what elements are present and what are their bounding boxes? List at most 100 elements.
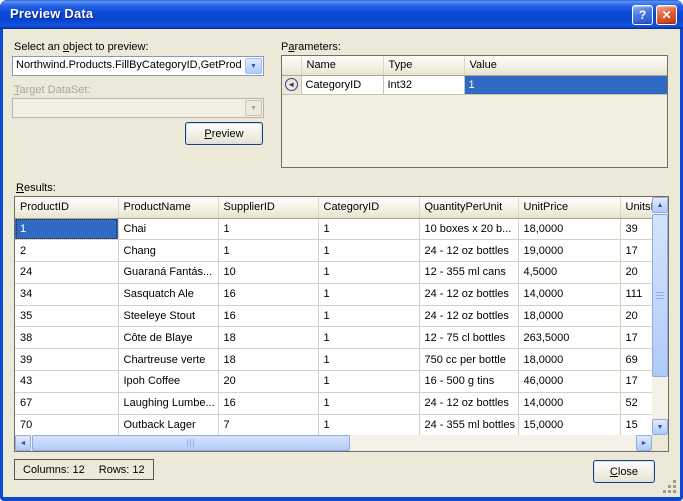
results-cell[interactable]: 35 — [15, 305, 119, 328]
results-cell[interactable]: 16 — [218, 392, 319, 415]
results-cell[interactable]: 18,0000 — [518, 218, 621, 241]
results-cell[interactable]: 15 — [620, 414, 652, 435]
results-cell[interactable]: 17 — [620, 239, 652, 263]
results-cell[interactable]: 24 - 12 oz bottles — [419, 239, 519, 263]
results-cell[interactable]: 19,0000 — [518, 239, 621, 263]
scroll-right-button[interactable]: ► — [636, 435, 652, 451]
results-cell[interactable]: 39 — [620, 218, 652, 241]
close-window-button[interactable]: ✕ — [656, 5, 677, 25]
results-cell[interactable]: 1 — [15, 218, 119, 241]
results-cell[interactable]: 18,0000 — [518, 305, 621, 328]
results-cell[interactable]: 67 — [15, 392, 119, 415]
column-header-supplierid[interactable]: SupplierID — [218, 197, 319, 219]
results-cell[interactable]: 12 - 355 ml cans — [419, 261, 519, 284]
param-value-cell[interactable]: 1 — [464, 75, 667, 95]
results-cell[interactable]: 16 — [218, 283, 319, 306]
results-cell[interactable]: Chai — [118, 218, 219, 241]
results-cell[interactable]: 750 cc per bottle — [419, 348, 519, 372]
param-type-cell[interactable]: Int32 — [383, 75, 465, 95]
scroll-right-icon: ► — [640, 439, 648, 447]
results-cell[interactable]: 16 — [218, 305, 319, 328]
results-cell[interactable]: Outback Lager — [118, 414, 219, 435]
results-cell[interactable]: Chang — [118, 239, 219, 263]
column-header-unitprice[interactable]: UnitPrice — [518, 197, 621, 219]
results-cell[interactable]: 14,0000 — [518, 283, 621, 306]
results-cell[interactable]: 20 — [620, 305, 652, 328]
column-header-productname[interactable]: ProductName — [118, 197, 219, 219]
vertical-scrollbar-thumb[interactable] — [652, 214, 668, 377]
results-cell[interactable]: 69 — [620, 348, 652, 372]
results-cell[interactable]: 17 — [620, 326, 652, 350]
help-button[interactable]: ? — [632, 5, 653, 25]
results-cell[interactable]: Steeleye Stout — [118, 305, 219, 328]
results-cell[interactable]: 24 - 12 oz bottles — [419, 283, 519, 306]
titlebar[interactable]: Preview Data ? ✕ — [0, 0, 683, 29]
param-name-cell[interactable]: CategoryID — [301, 75, 384, 95]
param-column-header-value[interactable]: Value — [464, 56, 667, 76]
column-header-productid[interactable]: ProductID — [15, 197, 119, 219]
horizontal-scrollbar-thumb[interactable] — [32, 435, 350, 451]
results-cell[interactable]: Sasquatch Ale — [118, 283, 219, 306]
column-header-categoryid[interactable]: CategoryID — [318, 197, 420, 219]
results-cell[interactable]: 34 — [15, 283, 119, 306]
close-button[interactable]: Close — [593, 460, 655, 483]
scroll-down-button[interactable]: ▼ — [652, 419, 668, 435]
results-cell[interactable]: 1 — [218, 218, 319, 241]
scroll-left-button[interactable]: ◄ — [15, 435, 31, 451]
results-cell[interactable]: 1 — [318, 370, 420, 393]
results-cell[interactable]: 10 — [218, 261, 319, 284]
param-column-header-name[interactable]: Name — [301, 56, 384, 76]
results-cell[interactable]: 1 — [318, 414, 420, 435]
results-cell[interactable]: 18 — [218, 326, 319, 350]
results-cell[interactable]: 20 — [620, 261, 652, 284]
param-column-header-type[interactable]: Type — [383, 56, 465, 76]
results-cell[interactable]: 1 — [318, 218, 420, 241]
horizontal-scrollbar[interactable]: ◄ ► — [15, 435, 652, 451]
vertical-scrollbar[interactable]: ▲ ▼ — [652, 197, 668, 435]
results-cell[interactable]: 1 — [318, 348, 420, 372]
results-cell[interactable]: 24 — [15, 261, 119, 284]
results-cell[interactable]: 38 — [15, 326, 119, 350]
column-header-unitsinstock[interactable]: UnitsI — [620, 197, 652, 219]
results-cell[interactable]: 15,0000 — [518, 414, 621, 435]
results-cell[interactable]: 43 — [15, 370, 119, 393]
results-cell[interactable]: 111 — [620, 283, 652, 306]
results-cell[interactable]: 1 — [318, 261, 420, 284]
results-cell[interactable]: Guaraná Fantás... — [118, 261, 219, 284]
results-cell[interactable]: 52 — [620, 392, 652, 415]
chevron-down-icon[interactable]: ▼ — [245, 58, 262, 74]
results-cell[interactable]: 18 — [218, 348, 319, 372]
results-cell[interactable]: 24 - 12 oz bottles — [419, 305, 519, 328]
results-cell[interactable]: Côte de Blaye — [118, 326, 219, 350]
results-cell[interactable]: 17 — [620, 370, 652, 393]
results-cell[interactable]: 18,0000 — [518, 348, 621, 372]
results-cell[interactable]: 1 — [318, 283, 420, 306]
results-cell[interactable]: 263,5000 — [518, 326, 621, 350]
column-header-quantityperunit[interactable]: QuantityPerUnit — [419, 197, 519, 219]
results-cell[interactable]: 16 - 500 g tins — [419, 370, 519, 393]
results-cell[interactable]: 39 — [15, 348, 119, 372]
results-cell[interactable]: 4,5000 — [518, 261, 621, 284]
results-cell[interactable]: 2 — [15, 239, 119, 263]
results-cell[interactable]: Laughing Lumbe... — [118, 392, 219, 415]
scroll-up-button[interactable]: ▲ — [652, 197, 668, 213]
results-cell[interactable]: 1 — [318, 305, 420, 328]
results-cell[interactable]: 1 — [318, 392, 420, 415]
results-cell[interactable]: 12 - 75 cl bottles — [419, 326, 519, 350]
results-cell[interactable]: 1 — [218, 239, 319, 263]
results-cell[interactable]: 20 — [218, 370, 319, 393]
results-cell[interactable]: 70 — [15, 414, 119, 435]
results-cell[interactable]: 1 — [318, 239, 420, 263]
preview-button[interactable]: Preview — [185, 122, 263, 145]
object-selector-combobox[interactable]: Northwind.Products.FillByCategoryID,GetP… — [12, 56, 264, 76]
results-cell[interactable]: Ipoh Coffee — [118, 370, 219, 393]
results-cell[interactable]: 24 - 355 ml bottles — [419, 414, 519, 435]
results-cell[interactable]: 46,0000 — [518, 370, 621, 393]
results-cell[interactable]: 7 — [218, 414, 319, 435]
results-cell[interactable]: 10 boxes x 20 b... — [419, 218, 519, 241]
resize-grip[interactable] — [673, 490, 676, 493]
results-cell[interactable]: 24 - 12 oz bottles — [419, 392, 519, 415]
results-cell[interactable]: 1 — [318, 326, 420, 350]
results-cell[interactable]: Chartreuse verte — [118, 348, 219, 372]
results-cell[interactable]: 14,0000 — [518, 392, 621, 415]
